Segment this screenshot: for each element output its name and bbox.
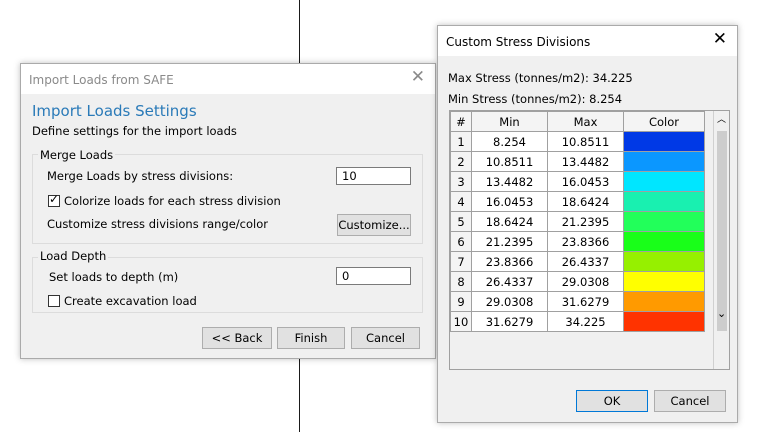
table-row[interactable]: 9 29.0308 31.6279 — [450, 291, 705, 312]
max-stress-label: Max Stress (tonnes/m2): 34.225 — [448, 71, 633, 85]
table-row[interactable]: 7 23.8366 26.4337 — [450, 251, 705, 272]
customize-button[interactable]: Customize... — [337, 214, 411, 236]
chevron-down-icon[interactable]: ⌄ — [717, 307, 726, 320]
row-index-cell: 4 — [450, 191, 472, 212]
scrollbar-thumb[interactable] — [717, 131, 727, 331]
table-row[interactable]: 1 8.254 10.8511 — [450, 131, 705, 152]
max-cell[interactable]: 18.6424 — [547, 191, 624, 212]
depth-input[interactable] — [336, 267, 411, 285]
colorize-checkbox[interactable]: ✓ — [48, 192, 60, 207]
min-cell[interactable]: 10.8511 — [471, 151, 548, 172]
max-cell[interactable]: 23.8366 — [547, 231, 624, 252]
load-depth-caption: Load Depth — [38, 249, 109, 263]
min-cell[interactable]: 13.4482 — [471, 171, 548, 192]
row-index-cell: 7 — [450, 251, 472, 272]
min-cell[interactable]: 29.0308 — [471, 291, 548, 312]
excavation-label: Create excavation load — [64, 294, 197, 308]
color-swatch-cell[interactable] — [623, 211, 705, 232]
ok-button[interactable]: OK — [576, 390, 648, 412]
cancel-button[interactable]: Cancel — [351, 327, 420, 349]
back-button[interactable]: << Back — [202, 327, 272, 349]
stress-divisions-table: # Min Max Color 1 8.254 10.8511 2 10.8511 13.… — [450, 111, 705, 332]
title-bar: Import Loads from SAFE ✕ — [21, 64, 435, 94]
min-cell[interactable]: 21.2395 — [471, 231, 548, 252]
max-cell[interactable]: 16.0453 — [547, 171, 624, 192]
color-swatch-cell[interactable] — [623, 191, 705, 212]
dialog-heading: Import Loads Settings — [32, 102, 197, 120]
custom-stress-divisions-dialog: Custom Stress Divisions ✕ Max Stress (to… — [437, 25, 738, 423]
color-swatch-cell[interactable] — [623, 291, 705, 312]
cancel-button[interactable]: Cancel — [654, 390, 726, 412]
table-row[interactable]: 2 10.8511 13.4482 — [450, 151, 705, 172]
merge-by-divisions-label: Merge Loads by stress divisions: — [47, 169, 234, 183]
max-cell[interactable]: 21.2395 — [547, 211, 624, 232]
excavation-checkbox[interactable] — [48, 295, 60, 307]
merge-loads-caption: Merge Loads — [38, 148, 116, 162]
max-cell[interactable]: 13.4482 — [547, 151, 624, 172]
min-cell[interactable]: 31.6279 — [471, 311, 548, 332]
customize-range-label: Customize stress divisions range/color — [47, 217, 268, 231]
max-cell[interactable]: 34.225 — [547, 311, 624, 332]
finish-button[interactable]: Finish — [277, 327, 345, 349]
header-max[interactable]: Max — [547, 111, 624, 132]
row-index-cell: 3 — [450, 171, 472, 192]
min-cell[interactable]: 23.8366 — [471, 251, 548, 272]
max-cell[interactable]: 10.8511 — [547, 131, 624, 152]
color-swatch-cell[interactable] — [623, 231, 705, 252]
vertical-scrollbar[interactable]: ︿ ⌄ — [713, 111, 729, 369]
check-icon: ✓ — [49, 192, 60, 206]
color-swatch-cell[interactable] — [623, 271, 705, 292]
dialog-subheading: Define settings for the import loads — [32, 124, 237, 138]
import-loads-dialog: Import Loads from SAFE ✕ Import Loads Se… — [20, 63, 436, 359]
min-cell[interactable]: 26.4337 — [471, 271, 548, 292]
header-color[interactable]: Color — [623, 111, 705, 132]
max-cell[interactable]: 29.0308 — [547, 271, 624, 292]
chevron-up-icon[interactable]: ︿ — [717, 112, 726, 125]
close-icon[interactable]: ✕ — [713, 31, 727, 48]
header-min[interactable]: Min — [471, 111, 548, 132]
table-row[interactable]: 4 16.0453 18.6424 — [450, 191, 705, 212]
table-row[interactable]: 5 18.6424 21.2395 — [450, 211, 705, 232]
min-cell[interactable]: 16.0453 — [471, 191, 548, 212]
row-index-cell: 8 — [450, 271, 472, 292]
max-cell[interactable]: 31.6279 — [547, 291, 624, 312]
table-row[interactable]: 8 26.4337 29.0308 — [450, 271, 705, 292]
min-cell[interactable]: 18.6424 — [471, 211, 548, 232]
max-cell[interactable]: 26.4337 — [547, 251, 624, 272]
color-swatch-cell[interactable] — [623, 151, 705, 172]
color-swatch-cell[interactable] — [623, 311, 705, 332]
title-bar: Custom Stress Divisions ✕ — [438, 26, 737, 56]
close-icon[interactable]: ✕ — [411, 69, 425, 86]
row-index-cell: 5 — [450, 211, 472, 232]
colorize-label: Colorize loads for each stress division — [64, 194, 281, 208]
table-row[interactable]: 10 31.6279 34.225 — [450, 311, 705, 332]
row-index-cell: 2 — [450, 151, 472, 172]
window-title: Custom Stress Divisions — [446, 35, 591, 49]
row-index-cell: 10 — [450, 311, 472, 332]
color-swatch-cell[interactable] — [623, 251, 705, 272]
header-index[interactable]: # — [450, 111, 472, 132]
table-header-row: # Min Max Color — [450, 111, 705, 132]
min-cell[interactable]: 8.254 — [471, 131, 548, 152]
color-swatch-cell[interactable] — [623, 131, 705, 152]
depth-label: Set loads to depth (m) — [49, 270, 179, 284]
row-index-cell: 9 — [450, 291, 472, 312]
merge-divisions-input[interactable] — [336, 167, 411, 185]
min-stress-label: Min Stress (tonnes/m2): 8.254 — [448, 92, 623, 106]
row-index-cell: 6 — [450, 231, 472, 252]
table-row[interactable]: 6 21.2395 23.8366 — [450, 231, 705, 252]
stress-divisions-grid: # Min Max Color 1 8.254 10.8511 2 10.8511 13.… — [449, 110, 730, 370]
color-swatch-cell[interactable] — [623, 171, 705, 192]
table-row[interactable]: 3 13.4482 16.0453 — [450, 171, 705, 192]
window-title: Import Loads from SAFE — [29, 73, 174, 87]
row-index-cell: 1 — [450, 131, 472, 152]
